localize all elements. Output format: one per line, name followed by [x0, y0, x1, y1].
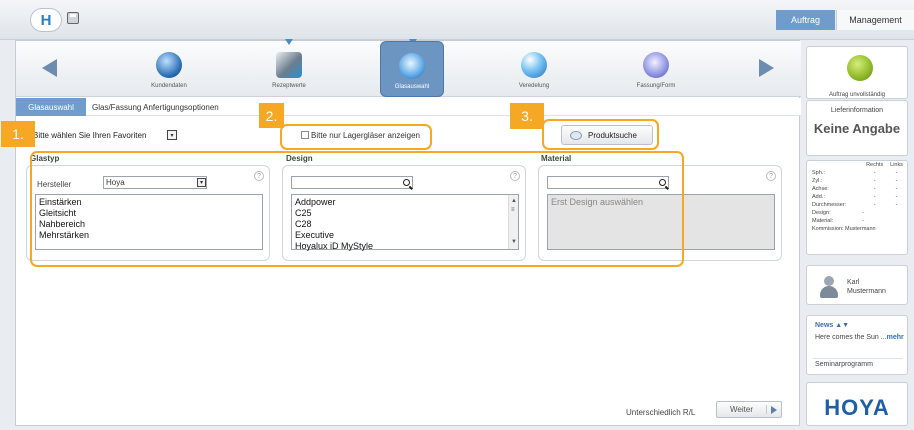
step-fassung-form[interactable]: Fassung/Form [621, 41, 691, 97]
step-badge-1: 1. [1, 121, 35, 147]
favorites-select-label[interactable]: Bitte wählen Sie Ihren Favoriten [33, 131, 146, 140]
order-status-card[interactable]: Auftrag unvollständig [806, 46, 908, 99]
hoya-logo: HOYA [824, 395, 890, 420]
order-status-label: Auftrag unvollständig [828, 92, 886, 98]
table-row: Sph.: - - [812, 170, 898, 176]
step-badge-2: 2. [259, 103, 284, 128]
table-row: Achse: - - [812, 186, 898, 192]
table-row: Kommission: Mustermann [812, 225, 906, 233]
seminar-link[interactable]: Seminarprogramm [815, 361, 873, 368]
step-label: Fassung/Form [636, 83, 676, 89]
user-first-name: Karl [847, 279, 860, 286]
kommission-text: Kommission: Mustermann [812, 226, 876, 232]
highlight-frame-2 [280, 124, 432, 150]
step-kundendaten[interactable]: Kundendaten [134, 41, 204, 97]
lens-coating-icon [521, 52, 547, 78]
step-label: Veredelung [518, 83, 550, 89]
divider [813, 358, 903, 359]
step-veredelung[interactable]: Veredelung [499, 41, 569, 97]
step-label: Kundendaten [151, 83, 187, 89]
lieferinfo-card: Lieferinformation Keine Angabe [806, 100, 908, 156]
step-label: Rezeptwerte [272, 83, 306, 89]
arrow-right-icon [771, 405, 777, 414]
save-icon[interactable] [67, 12, 79, 24]
user-name: Karl Mustermann [847, 278, 907, 296]
lieferinfo-title: Lieferinformation [830, 107, 884, 114]
highlight-frame-1 [30, 151, 684, 267]
step-badge-3: 3. [510, 103, 544, 129]
avatar-icon [819, 276, 839, 298]
news-text: Here comes the Sun ...mehr [815, 333, 905, 342]
home-logo-button[interactable]: H [30, 8, 62, 32]
table-row: Zyl.: - - [812, 178, 898, 184]
step-rezeptwerte[interactable]: Rezeptwerte [254, 41, 324, 97]
table-row: Material: - [812, 218, 864, 224]
step-label: Glasauswahl [394, 84, 430, 90]
news-more-link[interactable]: mehr [887, 334, 904, 341]
favorites-dropdown-icon[interactable]: ▾ [167, 130, 177, 140]
column-header-rechts: Rechts [866, 162, 884, 168]
brand-card: HOYA [806, 382, 908, 426]
tab-glasauswahl[interactable]: Glasauswahl [16, 98, 86, 116]
top-bar: H Auftrag Management [0, 0, 914, 40]
lens-difference-status: Unterschiedlich R/L [626, 408, 696, 417]
tab-auftrag[interactable]: Auftrag [776, 10, 835, 30]
sub-tab-bar: Glasauswahl Glas/Fassung Anfertigungsopt… [16, 98, 801, 116]
previous-step-arrow-icon[interactable] [42, 59, 57, 77]
tab-management[interactable]: Management [836, 10, 914, 30]
news-card: News ▲▼ Here comes the Sun ...mehr Semin… [806, 315, 908, 375]
column-header-links: Links [890, 162, 903, 168]
lieferinfo-value: Keine Angabe [813, 121, 901, 136]
table-row: Add.: - - [812, 194, 898, 200]
prescription-summary-table: Rechts Links Sph.: - - Zyl.: - - Achse: - - Ad… [812, 161, 906, 233]
highlight-frame-3 [542, 119, 659, 150]
prescription-document-icon [276, 52, 302, 78]
news-body: Here comes the Sun ... [815, 334, 887, 341]
tab-anfertigungsoptionen[interactable]: Glas/Fassung Anfertigungsoptionen [92, 98, 219, 116]
user-last-name: Mustermann [847, 288, 886, 295]
weiter-label: Weiter [717, 405, 767, 414]
next-step-arrow-icon[interactable] [759, 59, 774, 77]
lens-icon [399, 53, 425, 79]
step-glasauswahl[interactable]: Glasauswahl [380, 41, 444, 97]
main-panel: Kundendaten Rezeptwerte Glasauswahl Vere… [1, 39, 801, 426]
workflow-stepper: Kundendaten Rezeptwerte Glasauswahl Vere… [16, 39, 801, 97]
help-icon[interactable]: ? [766, 171, 776, 181]
user-globe-icon [156, 52, 182, 78]
weiter-button[interactable]: Weiter [716, 401, 782, 418]
order-status-icon [847, 55, 873, 81]
table-row: Design: - [812, 210, 864, 216]
table-row: Durchmesser: - - [812, 202, 898, 208]
user-card[interactable]: Karl Mustermann [806, 265, 908, 305]
prescription-summary-card[interactable]: Rechts Links Sph.: - - Zyl.: - - Achse: - - Ad… [806, 160, 908, 255]
news-title[interactable]: News ▲▼ [815, 322, 849, 329]
frame-shape-icon [643, 52, 669, 78]
